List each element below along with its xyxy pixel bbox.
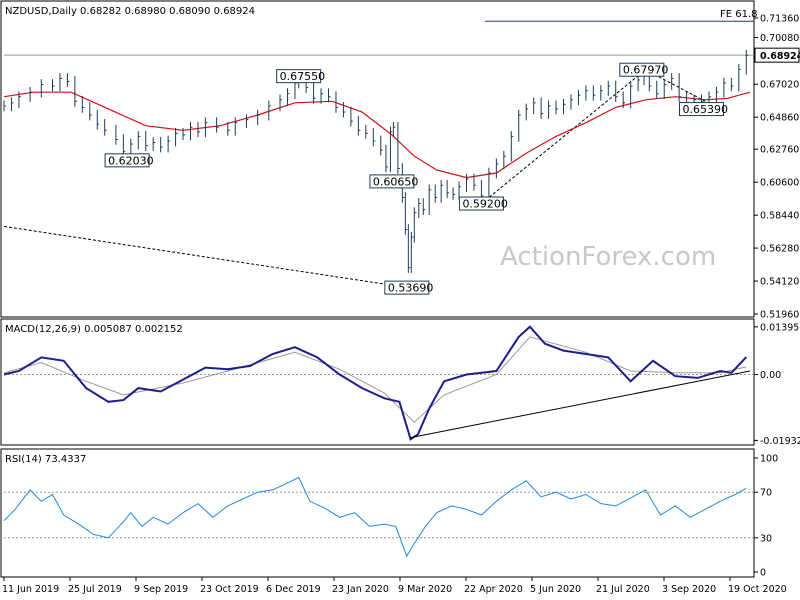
time-tick-label: 6 Dec 2019 — [266, 584, 321, 595]
price-annotation: 0.60650 — [369, 174, 419, 189]
time-axis: 11 Jun 2019 25 Jul 2019 9 Sep 2019 23 Oct 2… — [2, 577, 787, 595]
price-annotation-label: 0.60650 — [373, 175, 419, 188]
price-tick-label: 0.60600 — [760, 178, 799, 189]
price-annotation-label: 0.62030 — [108, 154, 154, 167]
price-tick-label: 0.70080 — [760, 33, 799, 44]
symbol-header: NZDUSD,Daily 0.68282 0.68980 0.68090 0.6… — [5, 6, 255, 17]
price-tick-label: 0.62760 — [760, 145, 799, 156]
price-annotation-label: 0.67550 — [280, 70, 326, 83]
macd-tick-label: 0.013956 — [760, 322, 800, 333]
rsi-panel — [0, 448, 755, 578]
time-tick-label: 11 Jun 2019 — [2, 584, 59, 595]
price-annotation-label: 0.53690 — [388, 282, 434, 295]
time-tick-label: 19 Oct 2020 — [728, 584, 787, 595]
price-tick-label: 0.54120 — [760, 277, 799, 288]
time-tick-label: 3 Sep 2020 — [662, 584, 716, 595]
time-tick-label: 23 Oct 2019 — [200, 584, 259, 595]
rsi-axis: 100 70 30 0 — [754, 454, 778, 579]
rsi-tick-label: 0 — [760, 568, 766, 579]
rsi-tick-label: 70 — [760, 488, 772, 499]
price-annotation-label: 0.59200 — [462, 198, 508, 211]
macd-tick-label: -0.019325 — [760, 436, 800, 447]
fe-label: FE 61.8 — [720, 9, 758, 20]
time-tick-label: 9 Sep 2019 — [134, 584, 188, 595]
price-tick-label: 0.64860 — [760, 113, 799, 124]
price-tick-label: 0.67020 — [760, 80, 799, 91]
price-tick-label: 0.71360 — [760, 14, 799, 25]
price-chart: ActionForex.com NZDUSD,Daily 0.68282 0.6… — [0, 0, 800, 595]
price-annotation: 0.59200 — [458, 196, 508, 211]
rsi-tick-label: 30 — [760, 533, 772, 544]
price-annotation: 0.65390 — [679, 102, 729, 117]
time-tick-label: 9 Mar 2020 — [398, 584, 452, 595]
price-annotation: 0.67550 — [276, 69, 326, 84]
price-annotation: 0.62030 — [104, 153, 154, 168]
price-annotation-label: 0.67970 — [623, 64, 669, 77]
time-tick-label: 23 Jan 2020 — [332, 584, 389, 595]
macd-label: MACD(12,26,9) 0.005087 0.002152 — [5, 324, 183, 335]
time-tick-label: 5 Jun 2020 — [530, 584, 581, 595]
macd-tick-label: 0.00 — [760, 370, 781, 381]
price-tick-label: 0.58440 — [760, 211, 799, 222]
price-annotation-label: 0.65390 — [683, 103, 729, 116]
rsi-label: RSI(14) 73.4337 — [5, 454, 86, 465]
time-tick-label: 25 Jul 2019 — [68, 584, 122, 595]
macd-panel — [0, 318, 755, 446]
watermark: ActionForex.com — [500, 242, 716, 272]
time-tick-label: 22 Apr 2020 — [464, 584, 523, 595]
time-tick-label: 21 Jul 2020 — [596, 584, 650, 595]
rsi-tick-label: 100 — [760, 454, 778, 465]
price-tick-label: 0.56280 — [760, 244, 799, 255]
last-price-label: 0.68924 — [760, 51, 800, 62]
price-annotation: 0.67970 — [619, 62, 669, 77]
price-annotation: 0.53690 — [384, 280, 434, 295]
macd-axis: 0.013956 0.00 -0.019325 — [754, 322, 800, 447]
price-tick-label: 0.51960 — [760, 310, 799, 321]
